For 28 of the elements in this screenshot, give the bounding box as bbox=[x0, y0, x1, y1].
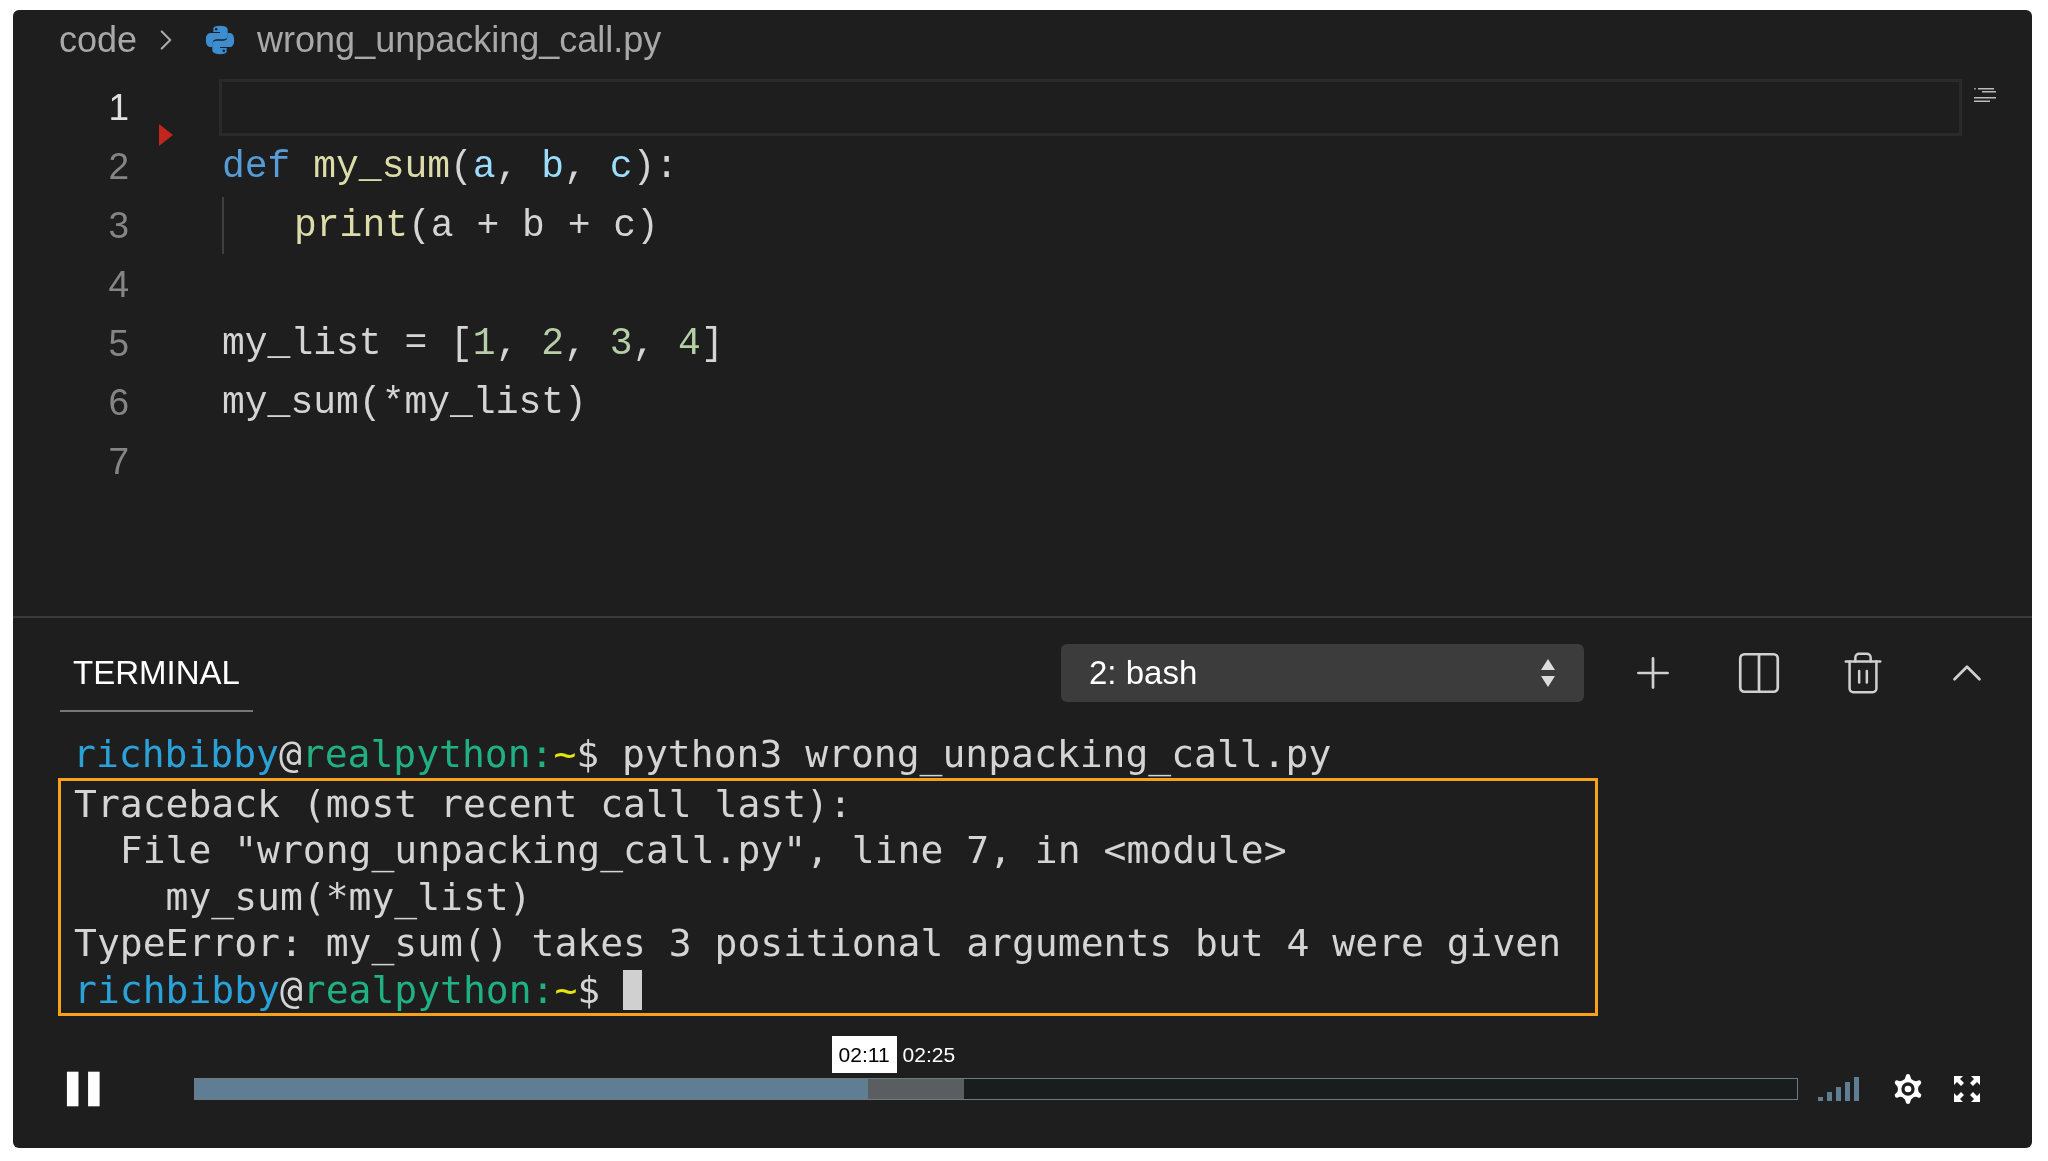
line-number: 3 bbox=[108, 204, 129, 248]
terminal-line: File "wrong_unpacking_call.py", line 7, in <module> bbox=[118, 827, 1287, 874]
hover-time-tooltip: 02:11 bbox=[831, 1035, 897, 1073]
line-number: 2 bbox=[108, 145, 129, 189]
terminal-line: TypeError: my_sum() takes 3 positional arguments but 4 were given bbox=[74, 920, 1562, 967]
code-line: def my_sum(a, b, c): bbox=[222, 144, 679, 189]
breadcrumb-file[interactable]: wrong_unpacking_call.py bbox=[257, 13, 662, 67]
fullscreen-icon[interactable] bbox=[1954, 1076, 1980, 1102]
terminal-select[interactable]: 2: bash bbox=[1061, 644, 1584, 702]
code-line: my_list = [1, 2, 3, 4] bbox=[222, 321, 724, 366]
terminal-line: richbibby@realpython:~$ bbox=[74, 966, 602, 1013]
panel-tab[interactable]: TERMINAL bbox=[60, 634, 253, 712]
code-line: print(a + b + c) bbox=[294, 203, 659, 248]
minimap-drawing bbox=[1974, 88, 1996, 102]
line-number: 4 bbox=[108, 263, 129, 307]
code-line: my_sum(*my_list) bbox=[222, 380, 587, 425]
line-number: 7 bbox=[108, 440, 129, 484]
line-number: 5 bbox=[108, 322, 129, 366]
terminal-line: Traceback (most recent call last): bbox=[74, 780, 852, 827]
terminal-line: richbibby@realpython:~$ python3 wrong_unpacking_call.py bbox=[73, 731, 1332, 778]
updown-icon bbox=[1540, 657, 1556, 689]
duration-label: 02:25 bbox=[902, 1041, 956, 1068]
line-number: 1 bbox=[108, 86, 129, 130]
breadcrumb-folder[interactable]: code bbox=[59, 13, 138, 67]
line-number: 6 bbox=[108, 381, 129, 425]
volume-icon[interactable] bbox=[1818, 1077, 1862, 1101]
terminal-line: my_sum(*my_list) bbox=[164, 873, 532, 920]
pause-icon[interactable] bbox=[65, 1069, 102, 1109]
